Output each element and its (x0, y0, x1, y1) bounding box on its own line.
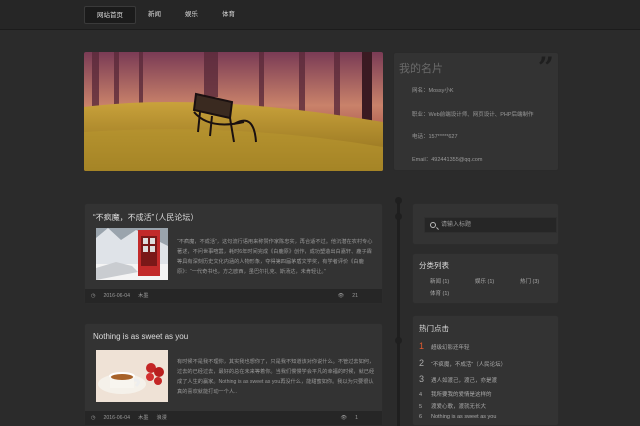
search-panel: 请输入标题 (412, 203, 559, 245)
hot-item[interactable]: 2 “不疯魔，不成活”（人民论坛） (419, 358, 506, 368)
search-input[interactable]: 请输入标题 (424, 217, 557, 233)
timeline-line (397, 200, 400, 426)
category-item-hot[interactable]: 热门 (3) (520, 277, 539, 285)
profile-card: 我的名片 ” 网名：Mossy小K 职业：Web前端设计师、网页设计、PHP后端… (393, 51, 559, 171)
hot-item[interactable]: 1 超级幻影还年轻 (419, 341, 470, 351)
timeline-dot (395, 197, 402, 204)
nav-item-home[interactable]: 网站首页 (84, 6, 136, 24)
article-excerpt: 有时候不是我不理你，其实我也想你了，只是我不知道该对你说什么。不管过去如何，过去… (177, 359, 375, 395)
eye-icon: 👁 (340, 415, 348, 421)
quote-icon: ” (537, 51, 554, 84)
article-thumbnail[interactable] (96, 228, 168, 280)
article-date: 2016-06-04 (103, 415, 131, 421)
hot-item[interactable]: 3 遇人如渡己，渡己，亦是渡 (419, 374, 497, 384)
view-count: 👁 21 (337, 293, 358, 299)
search-placeholder: 请输入标题 (441, 222, 472, 228)
hot-item[interactable]: 6 Nothing is as sweet as you (419, 414, 496, 420)
article-thumbnail[interactable] (96, 350, 168, 402)
profile-email: Email：492441355@qq.com (412, 157, 483, 163)
hot-clicks-panel: 热门点击 1 超级幻影还年轻 2 “不疯魔，不成活”（人民论坛） 3 遇人如渡己，渡己… (412, 315, 559, 426)
timeline-dot (395, 337, 402, 344)
category-item-entertainment[interactable]: 娱乐 (1) (475, 277, 494, 285)
category-title: 分类列表 (419, 261, 449, 270)
nav-item-entertainment[interactable]: 娱乐 (173, 6, 210, 24)
profile-nickname: 网名：Mossy小K (412, 88, 454, 94)
top-nav-bar: 网站首页 新闻 娱乐 体育 (0, 0, 640, 30)
article-card[interactable]: “不疯魔，不成活”（人民论坛） “不疯魔，不成活”，这句流行语用来称赞作家陈忠实… (84, 203, 383, 304)
profile-occupation: 职业：Web前端设计师、网页设计、PHP后端制作 (412, 112, 534, 118)
main-nav: 网站首页 新闻 娱乐 体育 (84, 6, 247, 24)
article-author: 木墨 (138, 415, 149, 421)
category-item-news[interactable]: 新闻 (1) (430, 277, 449, 285)
article-tag[interactable]: 浪漫 (156, 415, 166, 421)
hot-item[interactable]: 4 我所要我的爱情是这样的 (419, 390, 492, 398)
eye-icon: 👁 (337, 293, 345, 299)
article-title[interactable]: “不疯魔，不成活”（人民论坛） (93, 212, 198, 223)
hot-item[interactable]: 5 渡爱心歌，渡就无长大 (419, 402, 486, 410)
article-meta: ◷ 2016-06-04 木墨 👁 21 (85, 289, 382, 303)
nav-item-sports[interactable]: 体育 (210, 6, 247, 24)
hero-banner-image (84, 52, 383, 171)
clock-icon: ◷ (91, 293, 96, 299)
article-title[interactable]: Nothing is as sweet as you (93, 332, 188, 341)
article-card[interactable]: Nothing is as sweet as you 有时候不是我不理你，其实我… (84, 323, 383, 426)
view-count: 👁 1 (340, 415, 358, 421)
article-date: 2016-06-04 (103, 293, 131, 299)
article-author: 木墨 (138, 293, 149, 299)
article-meta: ◷ 2016-06-04 木墨 浪漫 👁 1 (85, 411, 382, 425)
profile-phone: 电话：157*****627 (412, 134, 458, 140)
hot-clicks-title: 热门点击 (419, 324, 449, 333)
nav-item-news[interactable]: 新闻 (136, 6, 173, 24)
timeline-dot (395, 213, 402, 220)
article-excerpt: “不疯魔，不成活”，这句流行语用来称赞作家陈忠实，再合适不过。他沉潜在农村专心著… (177, 239, 373, 275)
profile-card-title: 我的名片 (399, 63, 443, 75)
category-item-sports[interactable]: 体育 (1) (430, 289, 449, 297)
clock-icon: ◷ (91, 415, 96, 421)
search-icon[interactable] (430, 222, 436, 228)
category-panel: 分类列表 新闻 (1) 娱乐 (1) 热门 (3) 体育 (1) (412, 253, 559, 304)
